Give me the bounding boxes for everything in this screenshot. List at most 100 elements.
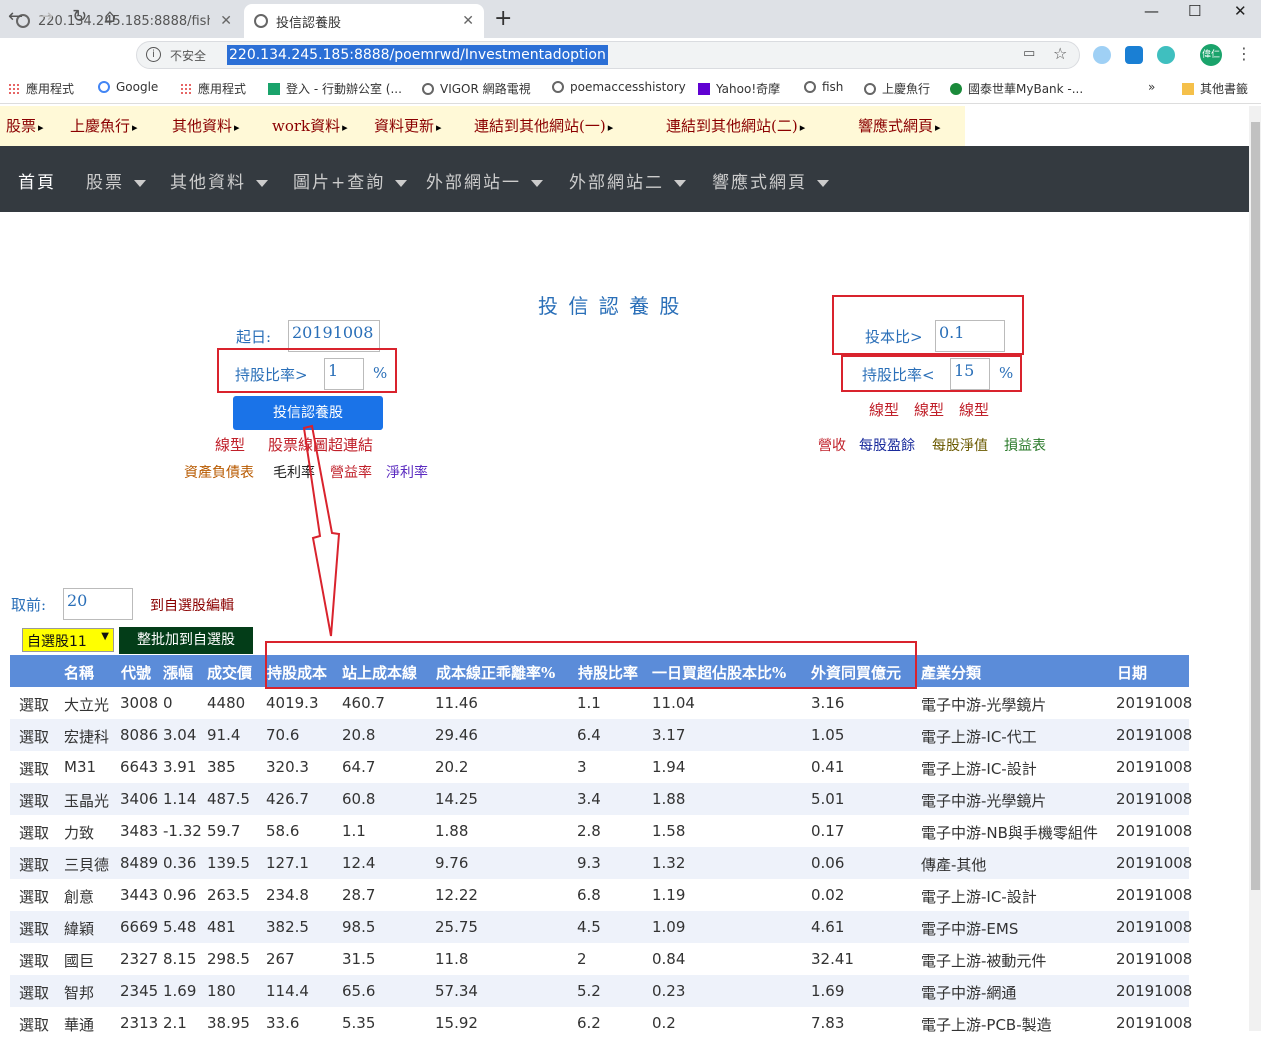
bookmark-office[interactable]: 登入 - 行動辦公室 (... (268, 80, 402, 97)
select-link[interactable]: 選取 (19, 1014, 49, 1035)
address-bar[interactable]: i 不安全 220.134.245.185:8888/poemrwd/Inves… (136, 41, 1080, 69)
forward-icon[interactable]: → (38, 6, 53, 27)
bookmark-google[interactable]: Google (98, 80, 158, 94)
menu-work-data[interactable]: work資料 ▸ (272, 115, 348, 136)
select-link[interactable]: 選取 (19, 694, 49, 715)
select-link[interactable]: 選取 (19, 822, 49, 843)
cell-bias: 20.2 (435, 758, 469, 776)
income-statement-link[interactable]: 損益表 (1004, 435, 1046, 455)
bookmark-apps-2[interactable]: 應用程式 (180, 80, 246, 97)
watchlist-select[interactable]: 自選股11 ▼ (22, 628, 114, 652)
percent-label: % (373, 364, 388, 382)
close-tab-icon[interactable]: ✕ (462, 13, 474, 29)
cell-code: 2327 (120, 950, 159, 968)
extension-gear-icon[interactable] (1157, 46, 1175, 64)
select-link[interactable]: 選取 (19, 758, 49, 779)
close-window-button[interactable]: ✕ (1234, 2, 1247, 20)
select-link[interactable]: 選取 (19, 918, 49, 939)
balance-sheet-link[interactable]: 資產負債表 (184, 462, 254, 482)
maximize-button[interactable]: ☐ (1188, 2, 1201, 20)
select-link[interactable]: 選取 (19, 790, 49, 811)
bookmark-poemaccess[interactable]: poemaccesshistory (552, 80, 686, 94)
nav-stocks[interactable]: 股票 (86, 168, 146, 193)
col-date[interactable]: 日期 (1117, 662, 1147, 683)
nav-other-data[interactable]: 其他資料 (170, 168, 268, 193)
minimize-button[interactable]: — (1144, 2, 1159, 20)
cell-one-day-buy: 0.23 (652, 982, 686, 1000)
cell-price: 4480 (207, 694, 246, 712)
bookmark-vigor[interactable]: VIGOR 網路電視 (422, 80, 531, 97)
bookmark-fish[interactable]: fish (804, 80, 843, 94)
col-price[interactable]: 成交價 (207, 662, 252, 683)
cell-name: 創意 (64, 888, 95, 906)
url-text[interactable]: 220.134.245.185:8888/poemrwd/Investmenta… (227, 45, 608, 65)
home-icon[interactable]: ⌂ (104, 6, 115, 27)
bookmark-other[interactable]: 其他書籤 (1182, 80, 1248, 97)
net-margin-link[interactable]: 淨利率 (386, 462, 428, 482)
menu-fishshop[interactable]: 上慶魚行 ▸ (70, 115, 138, 136)
cell-change: 1.69 (163, 982, 197, 1000)
chart-link[interactable]: 線型 (914, 399, 944, 420)
bookmarks-overflow-icon[interactable]: » (1148, 80, 1155, 94)
table-row: 選取 國巨 2327 8.15 298.5 267 31.5 11.8 2 0.84 32.41 電子… (10, 943, 1192, 975)
browser-tab-active[interactable]: 投信認養股 ✕ (244, 4, 484, 38)
back-icon[interactable]: ← (8, 6, 23, 27)
chart-link[interactable]: 線型 (869, 399, 899, 420)
take-top-input[interactable]: 20 (63, 588, 133, 620)
batch-add-button[interactable]: 整批加到自選股 (119, 627, 253, 654)
select-link[interactable]: 選取 (19, 886, 49, 907)
revenue-link[interactable]: 營收 (818, 435, 846, 455)
chart-link[interactable]: 線型 (215, 434, 245, 455)
select-link[interactable]: 選取 (19, 726, 49, 747)
nav-image-query[interactable]: 圖片+查詢 (293, 168, 408, 193)
menu-stocks[interactable]: 股票 ▸ (6, 115, 44, 136)
nav-external-1[interactable]: 外部網站一 (426, 168, 543, 193)
menu-data-update[interactable]: 資料更新 ▸ (374, 115, 442, 136)
profile-avatar[interactable]: 偉仁 (1200, 44, 1222, 66)
col-change[interactable]: 漲幅 (163, 662, 193, 683)
menu-kebab-icon[interactable]: ⋮ (1236, 44, 1252, 63)
cell-change: 0.96 (163, 886, 197, 904)
col-code[interactable]: 代號 (121, 662, 151, 683)
hold-gt-input[interactable]: 1 (324, 358, 364, 390)
cast-icon[interactable]: ▭ (1023, 46, 1035, 61)
menu-other-data[interactable]: 其他資料 ▸ (172, 115, 240, 136)
star-icon[interactable]: ☆ (1053, 44, 1067, 63)
col-name[interactable]: 名稱 (64, 662, 94, 683)
bookmark-yahoo[interactable]: Yahoo!奇摩 (698, 80, 780, 97)
cloud-icon[interactable] (1093, 46, 1111, 64)
select-link[interactable]: 選取 (19, 982, 49, 1003)
eps-link[interactable]: 每股盈餘 (859, 435, 915, 455)
bookmark-fishshop[interactable]: 上慶魚行 (864, 80, 930, 97)
select-link[interactable]: 選取 (19, 950, 49, 971)
hold-lt-input[interactable]: 15 (950, 358, 990, 390)
menu-links-2[interactable]: 連結到其他網站(二) ▸ (666, 115, 805, 136)
cell-hold-ratio: 9.3 (577, 854, 601, 872)
ratio-input[interactable]: 0.1 (935, 320, 1005, 352)
cell-hold-cost: 70.6 (266, 726, 300, 744)
edit-watchlist-link[interactable]: 到自選股編輯 (150, 595, 234, 615)
nav-label: 其他資料 (170, 173, 246, 193)
menu-links-1[interactable]: 連結到其他網站(一) ▸ (474, 115, 613, 136)
nav-external-2[interactable]: 外部網站二 (569, 168, 686, 193)
nav-responsive[interactable]: 響應式網頁 (712, 168, 829, 193)
cell-industry: 電子上游-IC-設計 (921, 760, 1037, 778)
cell-hold-ratio: 1.1 (577, 694, 601, 712)
extension-s-icon[interactable] (1125, 46, 1143, 64)
bvps-link[interactable]: 每股淨值 (932, 435, 988, 455)
caret-right-icon: ▸ (799, 121, 806, 134)
menu-responsive[interactable]: 響應式網頁 ▸ (858, 115, 941, 136)
close-tab-icon[interactable]: ✕ (220, 13, 232, 29)
nav-home[interactable]: 首頁 (18, 168, 56, 193)
reload-icon[interactable]: ↻ (72, 6, 87, 27)
select-link[interactable]: 選取 (19, 854, 49, 875)
cell-hold-ratio: 6.4 (577, 726, 601, 744)
bookmark-apps[interactable]: 應用程式 (8, 80, 74, 97)
table-row: 選取 力致 3483 -1.32 59.7 58.6 1.1 1.88 2.8 1.58 0.17 電… (10, 815, 1192, 847)
col-industry[interactable]: 產業分類 (921, 662, 981, 683)
scrollbar-thumb[interactable] (1251, 122, 1260, 890)
new-tab-button[interactable]: + (494, 6, 512, 31)
bookmark-mybank[interactable]: 國泰世華MyBank -... (950, 80, 1083, 97)
info-icon[interactable]: i (146, 47, 161, 62)
chart-link[interactable]: 線型 (959, 399, 989, 420)
